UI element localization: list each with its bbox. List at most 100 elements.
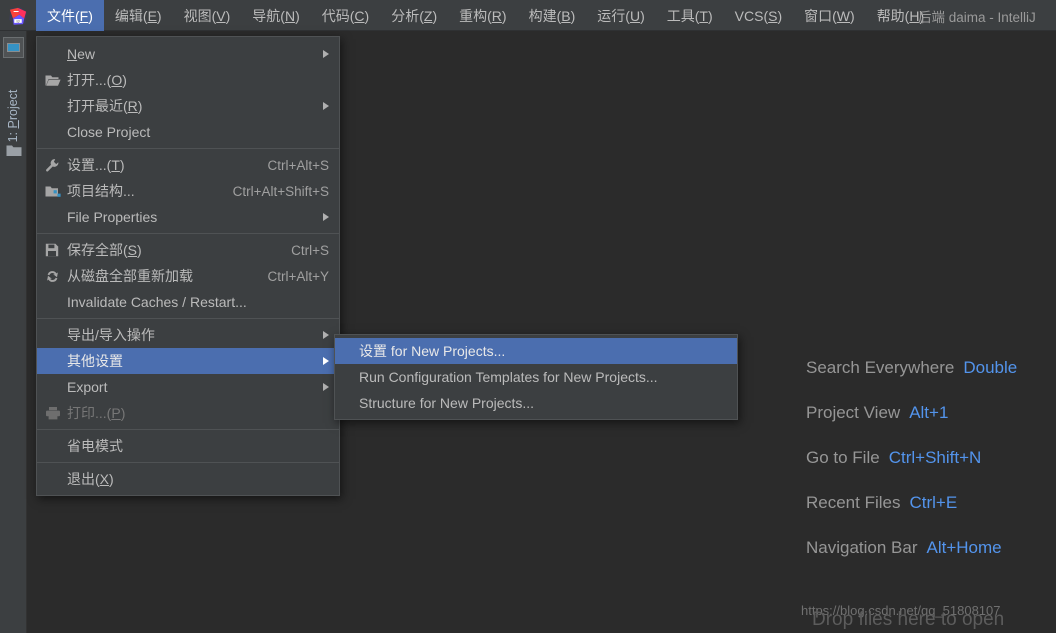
menu-file[interactable]: 文件(F) <box>36 0 104 31</box>
blank-icon <box>45 98 67 114</box>
menu-window[interactable]: 窗口(W) <box>793 0 866 31</box>
logo-svg: IJ <box>9 6 27 25</box>
window-title: 后端 daima - IntelliJ <box>918 9 1036 25</box>
submenu-item-label: 设置 for New Projects... <box>359 343 506 359</box>
menu-item-label: 设置...(T) <box>67 157 125 173</box>
folder-icon[interactable] <box>6 144 22 157</box>
hint-key: Double <box>963 358 1018 377</box>
hint-label: Navigation Bar <box>806 538 918 557</box>
menu-item-open-recent[interactable]: 打开最近(R) <box>37 93 339 119</box>
menu-refactor[interactable]: 重构(R) <box>448 0 517 31</box>
printer-icon-svg <box>46 407 60 420</box>
left-tool-strip: 1: Project <box>0 31 27 633</box>
menu-analyze[interactable]: 分析(Z) <box>380 0 448 31</box>
menu-bar-items: 文件(F) 编辑(E) 视图(V) 导航(N) 代码(C) 分析(Z) 重构(R… <box>36 0 935 31</box>
blank-icon <box>45 379 67 395</box>
menu-item-label: 其他设置 <box>67 353 123 369</box>
wrench-icon-svg <box>46 158 59 171</box>
menu-tools[interactable]: 工具(T) <box>656 0 724 31</box>
sidebar-item-project[interactable]: 1: Project <box>0 79 26 153</box>
menu-item-close-project[interactable]: Close Project <box>37 119 339 145</box>
menu-tools-label: 工具(T) <box>666 7 713 24</box>
printer-icon <box>45 405 67 421</box>
menu-code[interactable]: 代码(C) <box>311 0 380 31</box>
menu-item-exit[interactable]: 退出(X) <box>37 466 339 492</box>
menu-build-label: 构建(B) <box>528 7 576 24</box>
menu-item-accelerator: Ctrl+Alt+Shift+S <box>232 183 329 199</box>
menu-item-label: 省电模式 <box>67 438 123 454</box>
submenu-item-settings-for-new-projects[interactable]: 设置 for New Projects... <box>335 338 737 364</box>
hint-label: Recent Files <box>806 493 901 512</box>
menu-separator <box>37 429 339 430</box>
menu-item-reload-all-from-disk[interactable]: 从磁盘全部重新加载 Ctrl+Alt+Y <box>37 263 339 289</box>
menu-vcs[interactable]: VCS(S) <box>724 0 793 31</box>
hint-label: Go to File <box>806 448 880 467</box>
menu-item-label: New <box>67 46 96 62</box>
menu-item-save-all[interactable]: 保存全部(S) Ctrl+S <box>37 237 339 263</box>
chevron-right-icon <box>323 50 329 58</box>
save-icon-svg <box>45 243 59 257</box>
menu-item-label: 从磁盘全部重新加载 <box>67 268 193 284</box>
menu-item-settings[interactable]: 设置...(T) Ctrl+Alt+S <box>37 152 339 178</box>
menu-build[interactable]: 构建(B) <box>518 0 587 31</box>
chevron-right-icon <box>323 357 329 365</box>
menu-run[interactable]: 运行(U) <box>586 0 655 31</box>
chevron-right-icon <box>323 213 329 221</box>
menu-item-label: Export <box>67 379 108 395</box>
menu-item-label: 退出(X) <box>67 471 114 487</box>
menu-item-label: 导出/导入操作 <box>67 327 155 343</box>
menu-item-label: Invalidate Caches / Restart... <box>67 294 247 310</box>
hint-key: Alt+1 <box>909 403 949 422</box>
hint-label: Search Everywhere <box>806 358 955 377</box>
menu-separator <box>37 462 339 463</box>
intellij-idea-logo-icon: IJ <box>0 0 36 31</box>
hint-key: Ctrl+Shift+N <box>888 448 982 467</box>
hint-row-project-view: Project View Alt+1 <box>806 403 1056 423</box>
submenu-item-run-configuration-templates[interactable]: Run Configuration Templates for New Proj… <box>335 364 737 390</box>
menu-item-power-save-mode[interactable]: 省电模式 <box>37 433 339 459</box>
menu-edit[interactable]: 编辑(E) <box>104 0 173 31</box>
menu-analyze-label: 分析(Z) <box>391 7 438 24</box>
submenu-item-structure-for-new-projects[interactable]: Structure for New Projects... <box>335 390 737 416</box>
blank-icon <box>45 471 67 487</box>
hint-label: Project View <box>806 403 901 422</box>
project-structure-icon-svg <box>45 186 61 197</box>
menu-item-other-settings[interactable]: 其他设置 <box>37 348 339 374</box>
blank-icon <box>45 327 67 343</box>
menu-item-file-properties[interactable]: File Properties <box>37 204 339 230</box>
project-tool-window-icon[interactable] <box>3 37 24 58</box>
other-settings-submenu: 设置 for New Projects... Run Configuration… <box>334 334 738 420</box>
menu-file-label: 文件(F) <box>47 7 93 24</box>
chevron-right-icon <box>323 383 329 391</box>
menu-item-accelerator: Ctrl+Alt+Y <box>267 268 329 284</box>
menu-item-new[interactable]: New <box>37 41 339 67</box>
drop-files-hint: Drop files here to open <box>812 609 1005 630</box>
menu-separator <box>37 148 339 149</box>
menu-run-label: 运行(U) <box>597 7 645 24</box>
menu-separator <box>37 318 339 319</box>
menu-navigate-label: 导航(N) <box>252 7 300 24</box>
folder-icon-svg <box>6 145 22 156</box>
hint-row-go-to-file: Go to File Ctrl+Shift+N <box>806 448 1056 468</box>
hint-row-recent-files: Recent Files Ctrl+E <box>806 493 1056 513</box>
menu-view-label: 视图(V) <box>183 7 231 24</box>
menu-item-project-structure[interactable]: 项目结构... Ctrl+Alt+Shift+S <box>37 178 339 204</box>
folder-open-icon <box>45 72 67 88</box>
blank-icon <box>45 353 67 369</box>
menu-item-label: 打开...(O) <box>67 72 127 88</box>
menu-item-invalidate-caches[interactable]: Invalidate Caches / Restart... <box>37 289 339 315</box>
menu-window-label: 窗口(W) <box>804 7 855 24</box>
menu-navigate[interactable]: 导航(N) <box>241 0 310 31</box>
chevron-right-icon <box>323 331 329 339</box>
menu-item-label: File Properties <box>67 209 158 225</box>
menu-view[interactable]: 视图(V) <box>173 0 242 31</box>
menu-code-label: 代码(C) <box>321 7 370 24</box>
intellij-idea-window: IJ 文件(F) 编辑(E) 视图(V) 导航(N) 代码(C) 分析(Z) 重… <box>0 0 1056 633</box>
blank-icon <box>45 124 67 140</box>
submenu-item-label: Run Configuration Templates for New Proj… <box>359 369 658 385</box>
menu-item-export-import-settings[interactable]: 导出/导入操作 <box>37 322 339 348</box>
menu-item-export[interactable]: Export <box>37 374 339 400</box>
menu-item-label: 保存全部(S) <box>67 242 142 258</box>
reload-icon <box>45 268 67 284</box>
menu-item-open[interactable]: 打开...(O) <box>37 67 339 93</box>
